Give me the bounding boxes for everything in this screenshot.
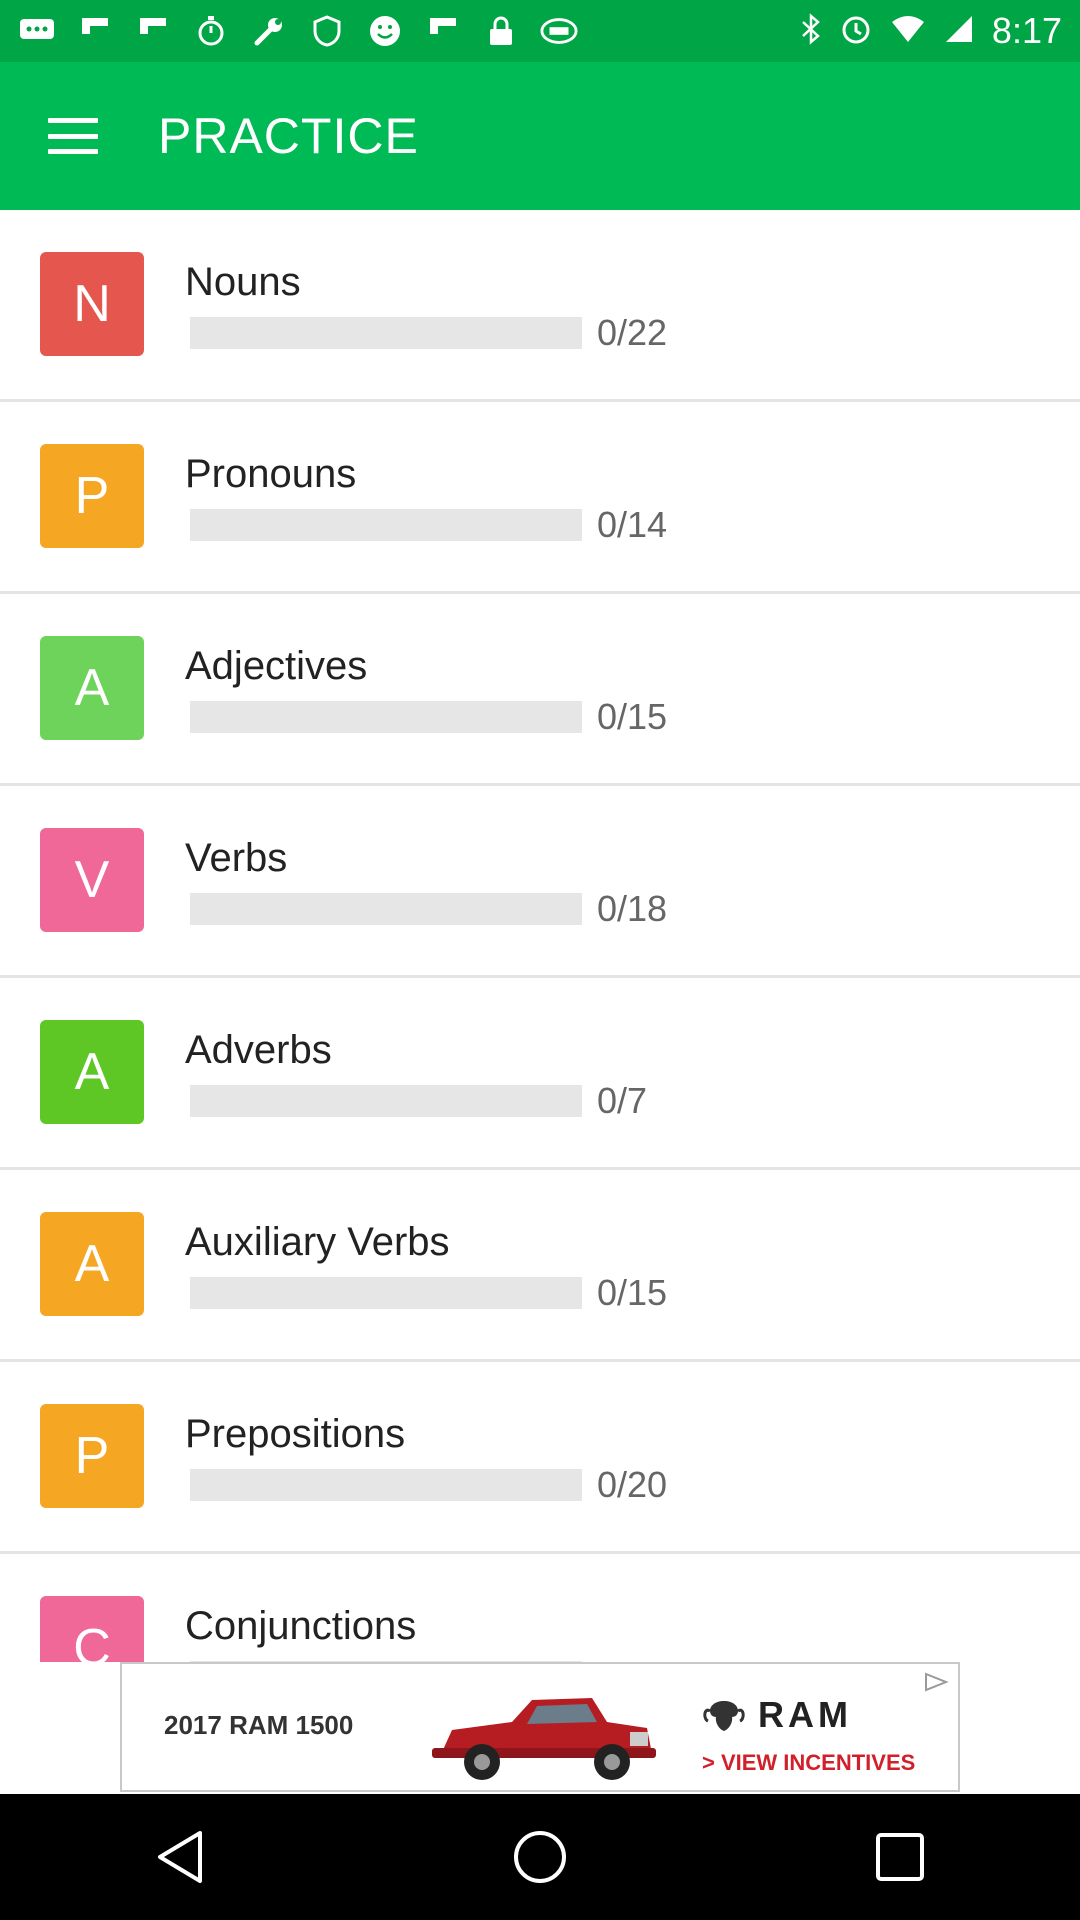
topic-title: Adverbs (185, 1028, 332, 1072)
topic-title: Conjunctions (185, 1604, 417, 1648)
alarm-icon (840, 13, 872, 50)
flipboard-icon (424, 12, 462, 50)
progress-bar (190, 1085, 582, 1117)
home-button[interactable] (480, 1797, 600, 1917)
app-bar: PRACTICE (0, 62, 1080, 210)
topic-badge: C (40, 1596, 144, 1662)
status-bar: 8:17 (0, 0, 1080, 62)
wifi-icon (890, 14, 926, 49)
ad-brand: RAM (758, 1694, 852, 1735)
progress-bar (190, 317, 582, 349)
progress-count: 0/15 (597, 696, 668, 737)
bluetooth-icon (800, 12, 822, 50)
progress-count: 0/18 (597, 888, 668, 929)
back-button[interactable] (120, 1797, 240, 1917)
ad-cta[interactable]: > VIEW INCENTIVES (702, 1750, 915, 1776)
back-icon (158, 1831, 202, 1883)
topic-row[interactable]: P Prepositions 0/20 (0, 1362, 1080, 1554)
topic-row[interactable]: C Conjunctions (0, 1554, 1080, 1662)
progress-count: 0/20 (597, 1464, 668, 1505)
shield-icon (308, 12, 346, 50)
progress-count: 0/22 (597, 312, 668, 353)
topic-list[interactable]: N Nouns 0/22 P Pronouns 0/14 A Adjectives 0/15 V V… (0, 210, 1080, 1662)
menu-button[interactable] (0, 62, 146, 210)
topic-title: Pronouns (185, 452, 357, 496)
home-icon (514, 1831, 566, 1883)
topic-badge: N (40, 252, 144, 356)
ad-headline: 2017 RAM 1500 (164, 1710, 354, 1740)
topic-title: Adjectives (185, 644, 368, 688)
flipboard-icon (134, 12, 172, 50)
ram-head-icon (703, 1701, 745, 1731)
menu-icon (48, 118, 98, 154)
clock: 8:17 (991, 10, 1062, 51)
topic-badge: P (40, 1404, 144, 1508)
topic-title: Verbs (185, 836, 288, 880)
ad-banner[interactable]: 2017 RAM 1500 RAM > VIEW INCENTIVES (120, 1662, 960, 1792)
topic-row[interactable]: N Nouns 0/22 (0, 210, 1080, 402)
topic-row[interactable]: A Adjectives 0/15 (0, 594, 1080, 786)
topic-row[interactable]: A Auxiliary Verbs 0/15 (0, 1170, 1080, 1362)
progress-count: 0/7 (597, 1080, 648, 1121)
progress-bar (190, 893, 582, 925)
flipboard-icon (76, 12, 114, 50)
topic-title: Prepositions (185, 1412, 406, 1456)
ad-choices-icon[interactable] (920, 1670, 952, 1694)
progress-bar (190, 1469, 582, 1501)
topic-row[interactable]: A Adverbs 0/7 (0, 978, 1080, 1170)
fox-sports-icon (540, 12, 578, 50)
topic-row[interactable]: V Verbs 0/18 (0, 786, 1080, 978)
chat-icon (18, 12, 56, 50)
lock-icon (482, 12, 520, 50)
topic-badge: A (40, 1212, 144, 1316)
recents-icon (876, 1833, 924, 1881)
topic-title: Nouns (185, 260, 301, 304)
truck-image (432, 1698, 656, 1780)
topic-badge: V (40, 828, 144, 932)
topic-row[interactable]: P Pronouns 0/14 (0, 402, 1080, 594)
smiley-icon (366, 12, 404, 50)
signal-icon (944, 14, 974, 49)
navigation-bar (0, 1794, 1080, 1920)
progress-count: 0/14 (597, 504, 668, 545)
progress-bar (190, 1277, 582, 1309)
progress-count: 0/15 (597, 1272, 668, 1313)
page-title: PRACTICE (158, 108, 419, 164)
topic-badge: A (40, 1020, 144, 1124)
topic-badge: P (40, 444, 144, 548)
progress-bar (190, 509, 582, 541)
notification-icons (18, 12, 578, 50)
progress-bar (190, 701, 582, 733)
wrench-icon (250, 12, 288, 50)
topic-badge: A (40, 636, 144, 740)
topic-title: Auxiliary Verbs (185, 1220, 450, 1264)
stopwatch-icon (192, 12, 230, 50)
ram-logo: RAM (702, 1694, 852, 1736)
recents-button[interactable] (840, 1797, 960, 1917)
